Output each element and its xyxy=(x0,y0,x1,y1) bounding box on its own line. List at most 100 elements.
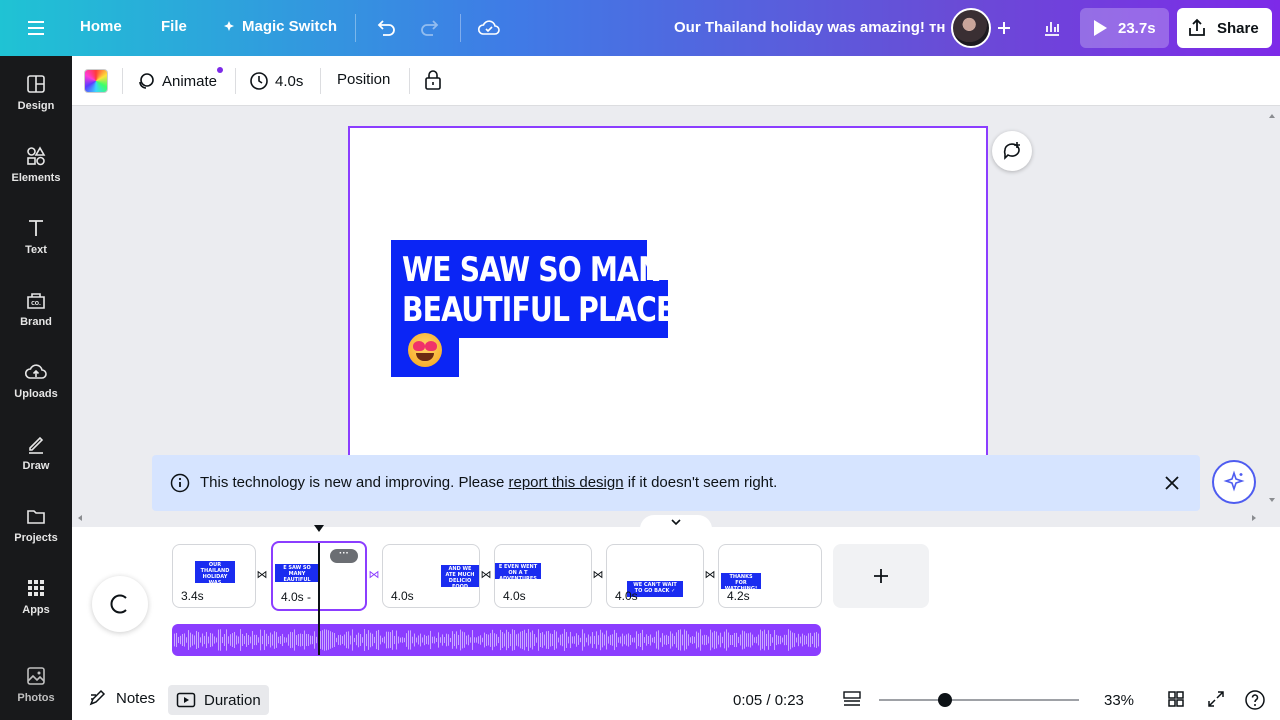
waveform-bar xyxy=(510,633,511,647)
waveform-bar xyxy=(482,637,483,643)
waveform-bar xyxy=(438,632,439,648)
color-picker-button[interactable] xyxy=(84,69,108,93)
timeline-clip[interactable]: AND WE ATE MUCH DELICIO FOOD 4.0s xyxy=(382,544,480,608)
notes-icon xyxy=(89,689,106,706)
waveform-bar xyxy=(408,630,409,650)
zoom-slider-track[interactable] xyxy=(879,699,1079,701)
banner-message: This technology is new and improving. Pl… xyxy=(200,474,777,491)
document-title[interactable]: Our Thailand holiday was amazing! ᴛʜ xyxy=(674,19,945,36)
magic-assistant-icon[interactable] xyxy=(1212,460,1256,504)
notes-button[interactable]: Notes xyxy=(88,689,155,707)
waveform-bar xyxy=(656,631,657,649)
sidebar-item-uploads[interactable]: Uploads xyxy=(0,361,72,421)
canvas-area[interactable]: WE SAW SO MANY BEAUTIFUL PLACES xyxy=(72,106,1280,510)
waveform-bar xyxy=(184,633,185,647)
page-view-icon[interactable] xyxy=(842,689,862,709)
transition-icon[interactable]: ⋈ xyxy=(592,569,604,581)
add-comment-icon[interactable] xyxy=(992,131,1032,171)
info-banner: This technology is new and improving. Pl… xyxy=(152,455,1200,511)
waveform-bar xyxy=(306,633,307,647)
duration-toggle-label: Duration xyxy=(204,691,261,709)
insights-icon[interactable] xyxy=(1032,8,1072,48)
animate-button[interactable]: Animate xyxy=(136,71,217,91)
waveform-bar xyxy=(280,635,281,645)
waveform-bar xyxy=(478,636,479,644)
sidebar-item-brand[interactable]: CO. Brand xyxy=(0,289,72,349)
duration-toggle-button[interactable]: Duration xyxy=(168,685,269,715)
headline-text[interactable]: WE SAW SO MANY BEAUTIFUL PLACES xyxy=(402,250,695,330)
sidebar-item-projects[interactable]: Projects xyxy=(0,505,72,565)
home-link[interactable]: Home xyxy=(80,18,122,35)
waveform-bar xyxy=(556,631,557,649)
waveform-bar xyxy=(250,636,251,644)
cloud-save-icon[interactable] xyxy=(475,14,503,42)
waveform-bar xyxy=(560,634,561,646)
sidebar-item-elements[interactable]: Elements xyxy=(0,145,72,205)
help-icon[interactable] xyxy=(1244,689,1266,711)
sidebar-item-text[interactable]: Text xyxy=(0,217,72,277)
sidebar-item-draw[interactable]: Draw xyxy=(0,433,72,493)
vertical-scrollbar[interactable] xyxy=(1264,106,1280,510)
waveform-bar xyxy=(330,631,331,649)
redo-icon[interactable] xyxy=(417,14,445,42)
share-button[interactable]: Share xyxy=(1177,8,1272,48)
waveform-bar xyxy=(764,629,765,651)
waveform-bar xyxy=(480,635,481,645)
transition-icon[interactable]: ⋈ xyxy=(704,569,716,581)
undo-icon[interactable] xyxy=(371,14,399,42)
waveform-bar xyxy=(626,634,627,646)
lock-icon[interactable] xyxy=(423,69,443,91)
clip-more-options-button[interactable]: ··· xyxy=(330,549,358,563)
waveform-bar xyxy=(676,632,677,648)
timeline-clip[interactable]: E EVEN WENT ON A T ADVENTURES 4.0s xyxy=(494,544,592,608)
waveform-bar xyxy=(524,629,525,651)
transition-icon[interactable]: ⋈ xyxy=(256,569,268,581)
grid-view-icon[interactable] xyxy=(1166,689,1186,709)
waveform-bar xyxy=(678,630,679,650)
position-button[interactable]: Position xyxy=(337,71,390,88)
banner-text-after: if it doesn't seem right. xyxy=(623,474,778,491)
menu-icon[interactable] xyxy=(22,16,50,40)
report-design-link[interactable]: report this design xyxy=(509,474,624,491)
waveform-bar xyxy=(732,634,733,646)
waveform-bar xyxy=(340,634,341,646)
zoom-slider-handle[interactable] xyxy=(938,693,952,707)
design-icon xyxy=(27,75,45,93)
magic-switch-button[interactable]: Magic Switch xyxy=(222,18,337,35)
waveform-bar xyxy=(294,629,295,651)
heart-eyes-emoji-icon[interactable] xyxy=(408,333,442,367)
design-page[interactable]: WE SAW SO MANY BEAUTIFUL PLACES xyxy=(348,126,988,510)
present-play-button[interactable]: 23.7s xyxy=(1080,8,1169,48)
invite-plus-icon[interactable] xyxy=(990,14,1018,42)
waveform-bar xyxy=(326,629,327,651)
audio-track[interactable] xyxy=(172,624,821,656)
transition-icon[interactable]: ⋈ xyxy=(480,569,492,581)
playhead-handle-icon[interactable] xyxy=(313,524,325,534)
sidebar-item-apps[interactable]: Apps xyxy=(0,577,72,637)
file-menu[interactable]: File xyxy=(161,18,187,35)
waveform-bar xyxy=(468,634,469,646)
sidebar-item-label: Text xyxy=(25,244,47,256)
clip-duration: 4.0s xyxy=(615,589,638,603)
waveform-bar xyxy=(274,631,275,649)
avatar[interactable] xyxy=(951,8,991,48)
waveform-bar xyxy=(356,634,357,646)
zoom-percentage[interactable]: 33% xyxy=(1104,692,1134,709)
timeline-clip[interactable]: THANKS FOR WATCHING! ★ 4.2s xyxy=(718,544,822,608)
sidebar-item-design[interactable]: Design xyxy=(0,73,72,133)
timeline-clip[interactable]: OUR THAILAND HOLIDAY WAS AMAZING! ᴛʜ 3.4… xyxy=(172,544,256,608)
waveform-bar xyxy=(410,630,411,650)
sidebar-item-photos[interactable]: Photos xyxy=(0,665,72,720)
add-page-button[interactable] xyxy=(833,544,929,608)
duration-button[interactable]: 4.0s xyxy=(249,71,303,91)
close-icon[interactable] xyxy=(1162,473,1182,493)
playhead[interactable] xyxy=(318,543,320,655)
collapse-timeline-chevron-icon[interactable] xyxy=(640,515,712,529)
waveform-bar xyxy=(418,635,419,645)
waveform-bar xyxy=(460,629,461,651)
waveform-bar xyxy=(312,635,313,645)
transition-icon[interactable]: ⋈ xyxy=(368,569,380,581)
fullscreen-icon[interactable] xyxy=(1206,689,1226,709)
timeline-clip[interactable]: WE CAN'T WAIT TO GO BACK ✓ 4.0s xyxy=(606,544,704,608)
waveform-bar xyxy=(812,636,813,644)
